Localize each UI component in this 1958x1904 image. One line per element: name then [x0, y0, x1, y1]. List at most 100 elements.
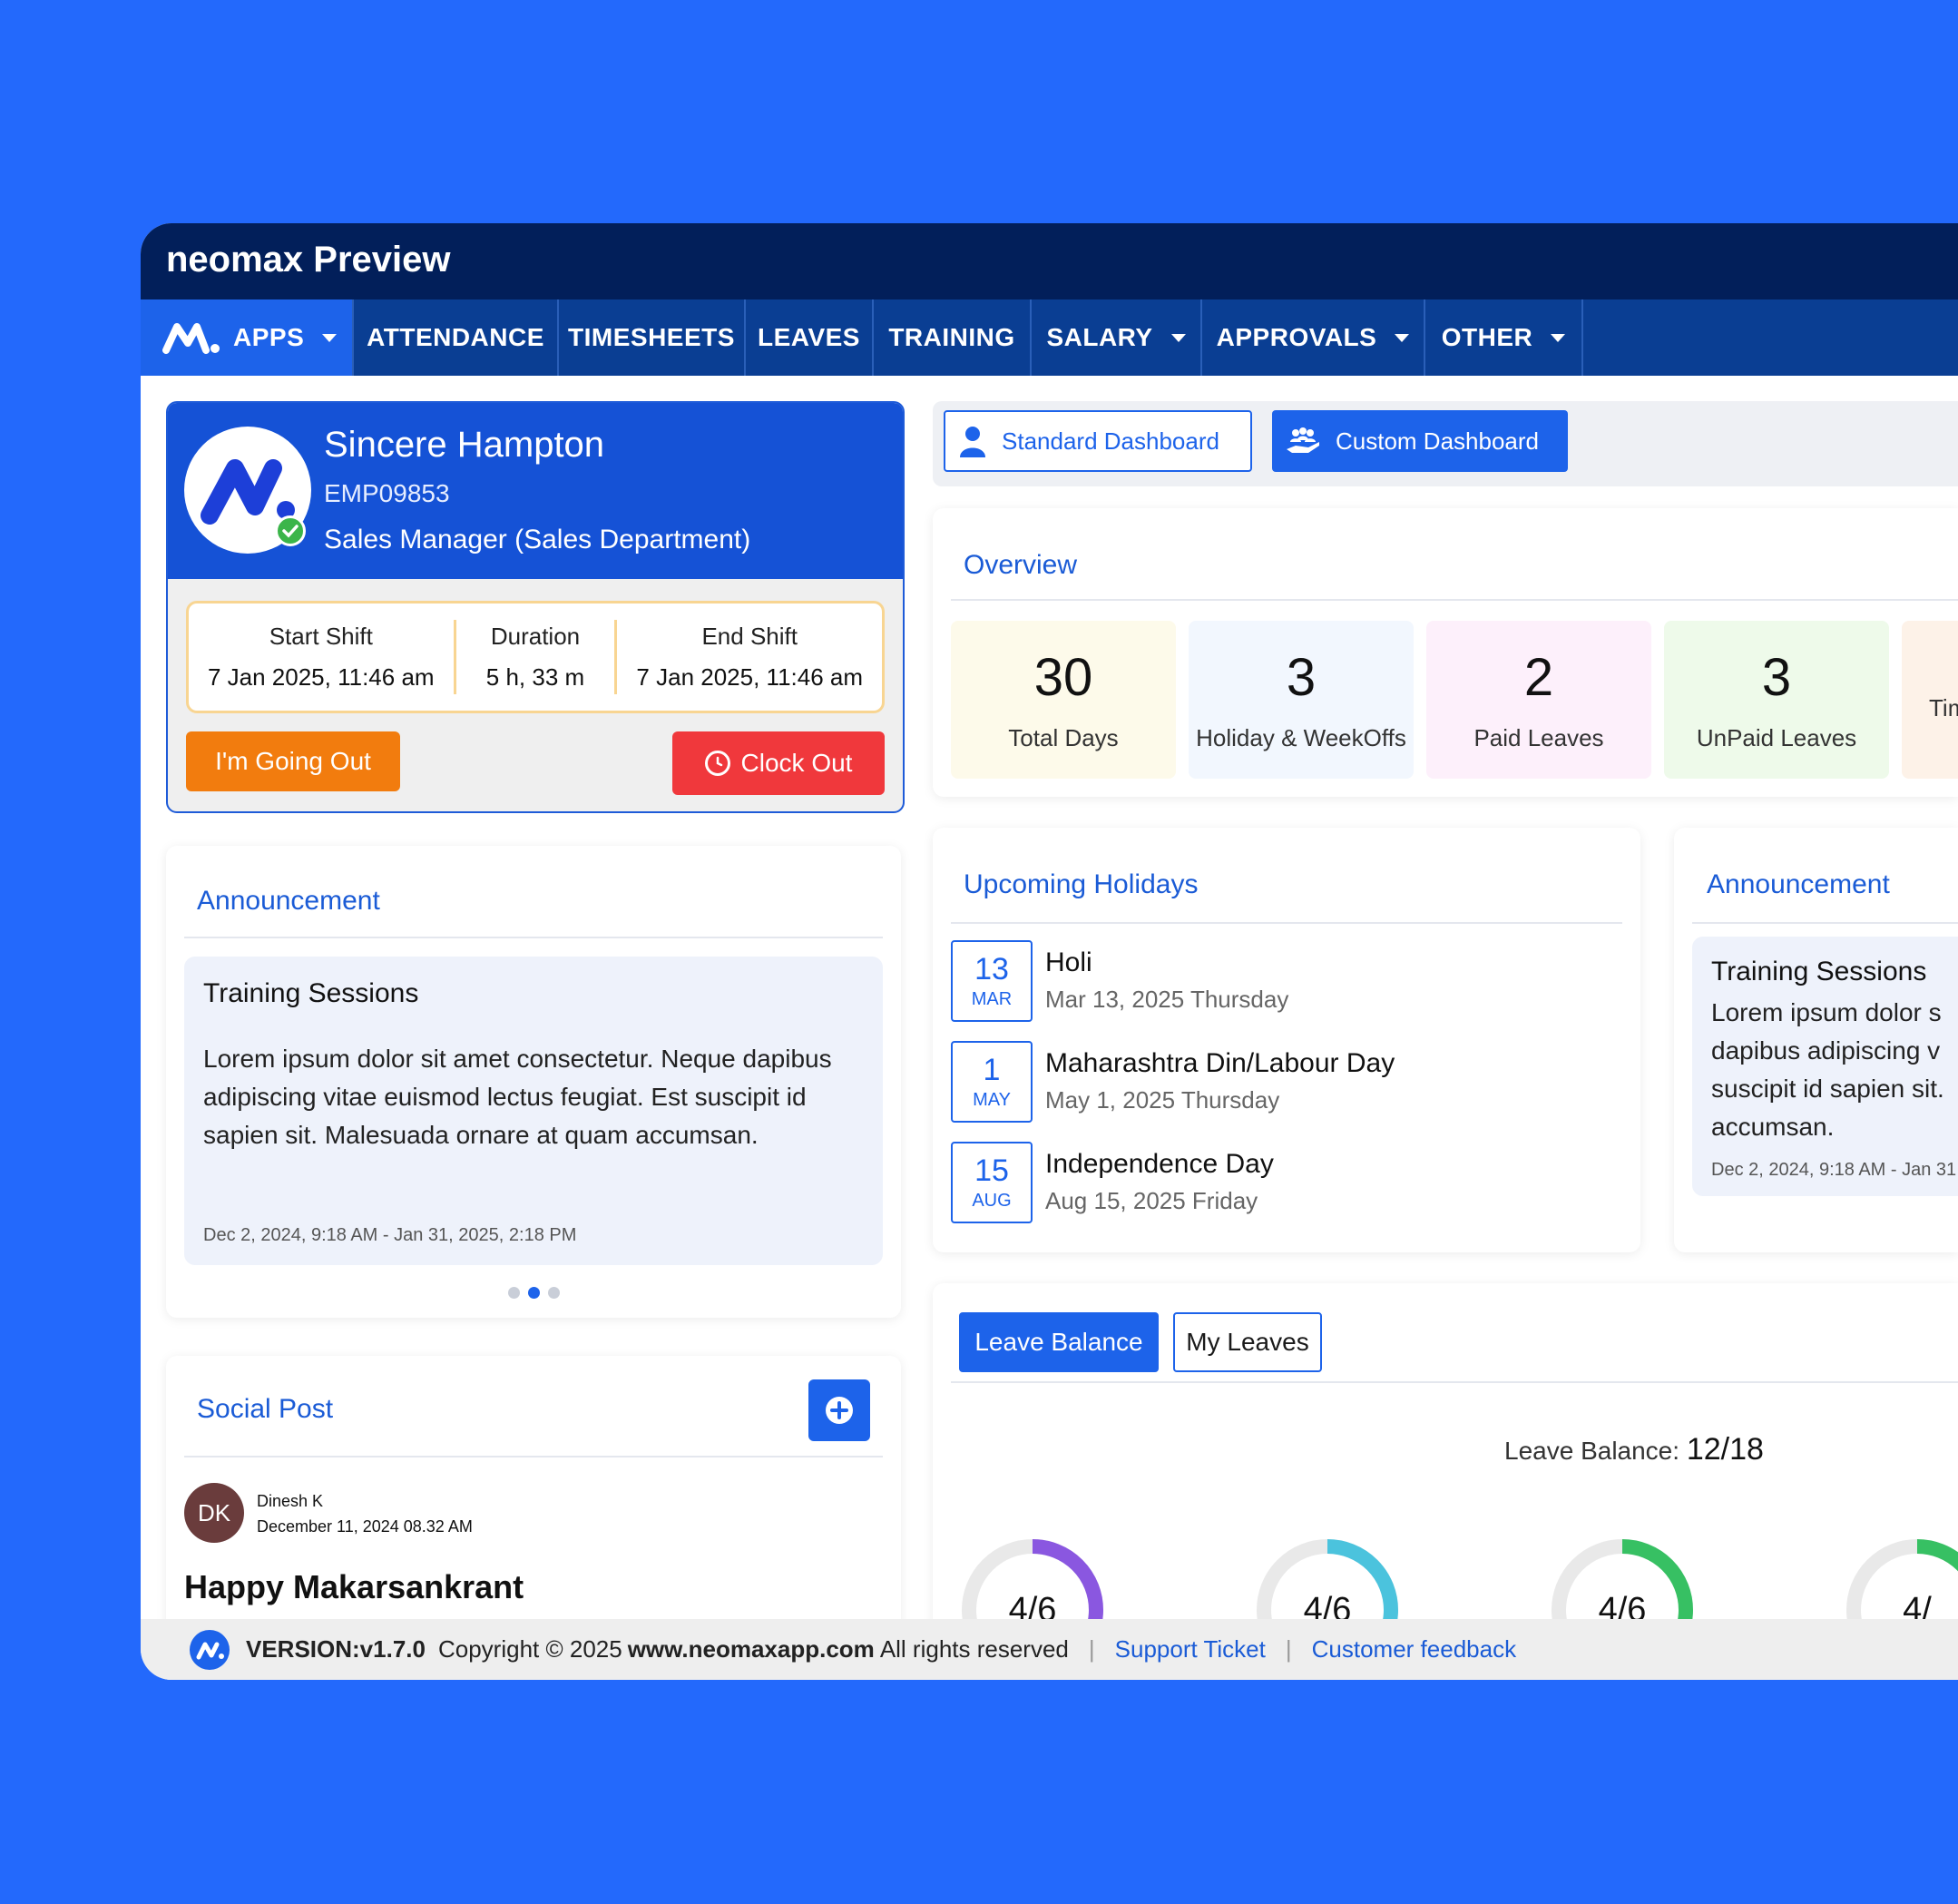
profile-card: Sincere Hampton EMP09853 Sales Manager (… [166, 401, 905, 813]
support-ticket-link[interactable]: Support Ticket [1115, 1635, 1266, 1664]
stat-value: 2 [1523, 648, 1554, 707]
announcement-title: Announcement [197, 886, 380, 916]
announcement-item-line: Lorem ipsum dolor s [1711, 998, 1942, 1026]
nav-salary[interactable]: SALARY [1032, 299, 1202, 376]
stat-label: Holiday & WeekOffs [1196, 724, 1406, 751]
employee-id: EMP09853 [324, 479, 450, 507]
carousel-dot-active[interactable] [528, 1287, 540, 1299]
announcement-title: Announcement [1707, 869, 1890, 899]
shift-info: Start Shift 7 Jan 2025, 11:46 am Duratio… [186, 601, 885, 713]
leave-balance-value: 12/18 [1686, 1432, 1764, 1467]
nav-other-label: OTHER [1441, 323, 1533, 351]
chevron-down-icon [322, 333, 338, 342]
holiday-item: 15 AUG Independence Day Aug 15, 2025 Frid… [951, 1142, 1586, 1227]
nav-training[interactable]: TRAINING [874, 299, 1032, 376]
leave-balance-label: Leave Balance: [1504, 1437, 1680, 1465]
nav-attendance-label: ATTENDANCE [367, 323, 544, 351]
start-shift: Start Shift 7 Jan 2025, 11:46 am [189, 604, 454, 711]
nav-timesheets[interactable]: TIMESHEETS [559, 299, 746, 376]
holiday-date-badge: 13 MAR [951, 940, 1033, 1022]
chevron-down-icon [1551, 333, 1566, 342]
announcement-item-date: Dec 2, 2024, 9:18 AM - Jan 31, 2025, 2:1… [203, 1225, 577, 1245]
stat-value: 30 [1033, 648, 1093, 707]
tab-my-leaves[interactable]: My Leaves [1173, 1312, 1322, 1372]
end-shift-label: End Shift [701, 623, 798, 650]
end-shift-value: 7 Jan 2025, 11:46 am [636, 663, 864, 691]
title-bar: neomax Preview [141, 223, 1958, 299]
announcement-item[interactable]: Training Sessions Lorem ipsum dolor sit … [184, 957, 883, 1265]
start-shift-value: 7 Jan 2025, 11:46 am [207, 663, 435, 691]
chevron-down-icon [1395, 333, 1410, 342]
stat-label: Tim [1929, 693, 1958, 721]
customer-feedback-link[interactable]: Customer feedback [1312, 1635, 1516, 1664]
divider [184, 1456, 883, 1457]
holiday-date: May 1, 2025 Thursday [1045, 1086, 1280, 1114]
nav-other[interactable]: OTHER [1425, 299, 1583, 376]
nav-leaves[interactable]: LEAVES [746, 299, 874, 376]
announcement-item[interactable]: Training Sessions Lorem ipsum dolor s da… [1692, 937, 1958, 1196]
nav-attendance[interactable]: ATTENDANCE [354, 299, 559, 376]
separator: | [1285, 1635, 1292, 1663]
upcoming-holidays-card: Upcoming Holidays 13 MAR Holi Mar 13, 202… [933, 828, 1640, 1252]
stat-unpaid-leaves: 3 UnPaid Leaves [1664, 621, 1889, 779]
nav-apps-label: APPS [233, 323, 305, 351]
stat-value: 3 [1761, 648, 1792, 707]
nav-leaves-label: LEAVES [758, 323, 860, 351]
divider [184, 937, 883, 938]
clock-out-label: Clock Out [740, 749, 853, 777]
holiday-day: 1 [983, 1053, 1001, 1087]
chevron-down-icon [1170, 333, 1186, 342]
plus-circle-icon [826, 1397, 853, 1424]
stat-total-days: 30 Total Days [951, 621, 1176, 779]
going-out-button[interactable]: I'm Going Out [186, 731, 400, 791]
announcement-item-title: Training Sessions [1711, 957, 1927, 986]
rights-text: All rights reserved [879, 1635, 1069, 1663]
start-shift-label: Start Shift [269, 623, 373, 650]
standard-dashboard-label: Standard Dashboard [1002, 427, 1219, 455]
holiday-date-badge: 15 AUG [951, 1142, 1033, 1223]
announcement-card-right: Announcement Training Sessions Lorem ips… [1674, 828, 1958, 1252]
version-label: VERSION:v1.7.0 [246, 1635, 426, 1663]
announcement-item-body: Lorem ipsum dolor sit amet consectetur. … [203, 1045, 832, 1149]
user-icon [960, 427, 985, 457]
holiday-date: Aug 15, 2025 Friday [1045, 1187, 1258, 1214]
holiday-item: 13 MAR Holi Mar 13, 2025 Thursday [951, 940, 1586, 1026]
social-post-title: Social Post [197, 1394, 334, 1424]
duration-label: Duration [490, 623, 581, 650]
custom-dashboard-label: Custom Dashboard [1336, 427, 1539, 455]
announcement-item-line: accumsan. [1711, 1113, 1835, 1141]
add-post-button[interactable] [808, 1379, 870, 1441]
carousel-dot[interactable] [508, 1287, 520, 1299]
neomax-logo-icon [190, 1629, 230, 1670]
announcement-card-left: Announcement Training Sessions Lorem ips… [166, 846, 901, 1318]
divider [1692, 922, 1958, 924]
stat-label: UnPaid Leaves [1696, 724, 1857, 751]
custom-dashboard-button[interactable]: Custom Dashboard [1272, 410, 1568, 472]
post-time: December 11, 2024 08.32 AM [257, 1517, 473, 1536]
announcement-item-title: Training Sessions [203, 978, 419, 1008]
standard-dashboard-button[interactable]: Standard Dashboard [944, 410, 1252, 472]
verified-check-icon [275, 515, 306, 546]
carousel-dot[interactable] [548, 1287, 560, 1299]
tab-leave-balance[interactable]: Leave Balance [959, 1312, 1159, 1372]
clock-out-button[interactable]: Clock Out [672, 731, 885, 795]
site-link[interactable]: www.neomaxapp.com [628, 1635, 875, 1664]
post-title: Happy Makarsankrant [184, 1568, 524, 1605]
holiday-day: 13 [974, 952, 1009, 986]
announcement-item-line: suscipit id sapien sit. [1711, 1075, 1944, 1103]
app-window: neomax Preview APPS ATTENDANCE TIMESHEET… [141, 223, 1958, 1680]
holiday-month: MAY [973, 1090, 1011, 1110]
duration: Duration 5 h, 33 m [456, 604, 615, 711]
holidays-title: Upcoming Holidays [964, 869, 1199, 899]
stat-paid-leaves: 2 Paid Leaves [1426, 621, 1651, 779]
nav-apps[interactable]: APPS [141, 299, 354, 376]
social-post-card: Social Post DK Dinesh K December 11, 202… [166, 1356, 901, 1664]
divider [951, 922, 1622, 924]
end-shift: End Shift 7 Jan 2025, 11:46 am [617, 604, 882, 711]
stat-label: Total Days [1008, 724, 1119, 751]
holiday-name: Holi [1045, 947, 1092, 977]
stat-value: 3 [1286, 648, 1317, 707]
nav-approvals[interactable]: APPROVALS [1202, 299, 1425, 376]
announcement-item-line: dapibus adipiscing v [1711, 1036, 1941, 1065]
stat-time: Tim [1902, 621, 1958, 779]
